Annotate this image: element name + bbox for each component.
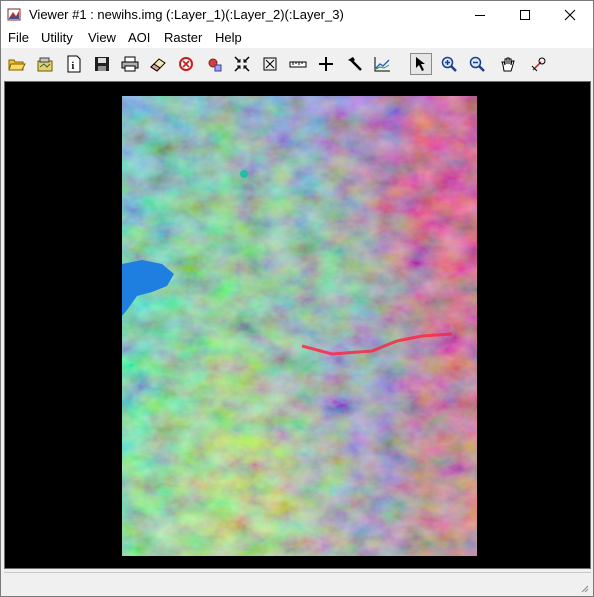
measure-icon	[289, 61, 307, 68]
minimize-button[interactable]	[458, 1, 502, 28]
menu-view[interactable]: View	[88, 30, 116, 45]
print-button[interactable]	[119, 53, 141, 75]
save-icon	[95, 57, 109, 71]
zoom-out-icon	[469, 56, 485, 72]
clear-button[interactable]	[175, 53, 197, 75]
zoom-out-button[interactable]	[466, 53, 488, 75]
maximize-icon	[520, 9, 530, 20]
info-icon: i	[67, 55, 81, 73]
open-button[interactable]	[6, 53, 28, 75]
image-viewer-canvas[interactable]	[4, 81, 591, 569]
menu-bar: File Utility View AOI Raster Help	[1, 28, 593, 48]
false-color-raster-image	[122, 96, 477, 556]
menu-raster[interactable]: Raster	[164, 30, 202, 45]
app-icon	[7, 8, 21, 21]
pan-button[interactable]	[497, 53, 519, 75]
minimize-icon	[475, 14, 485, 16]
zoom-in-icon	[441, 56, 457, 72]
pan-hand-icon	[501, 57, 515, 72]
status-bar	[4, 572, 591, 595]
layer-info-button[interactable]	[203, 53, 225, 75]
zoom-fit-button[interactable]	[231, 53, 253, 75]
rotate-button[interactable]	[528, 53, 550, 75]
save-button[interactable]	[91, 53, 113, 75]
open-folder-icon	[8, 59, 26, 71]
menu-file[interactable]: File	[8, 30, 29, 45]
inquire-cursor-icon	[319, 57, 333, 71]
close-icon	[564, 9, 576, 20]
menu-help[interactable]: Help	[215, 30, 242, 45]
measure-button[interactable]	[287, 53, 309, 75]
clear-icon	[179, 57, 193, 71]
menu-utility[interactable]: Utility	[41, 30, 73, 45]
eraser-icon	[150, 58, 166, 72]
zoom-extent-icon	[263, 57, 277, 71]
close-button[interactable]	[548, 1, 592, 28]
select-arrow-icon	[416, 57, 425, 71]
select-tool-button[interactable]	[410, 53, 432, 75]
window-title: Viewer #1 : newihs.img (:Layer_1)(:Layer…	[29, 7, 344, 22]
pick-button[interactable]	[343, 53, 365, 75]
open-layer-icon	[37, 57, 53, 72]
toolbar: i	[1, 50, 593, 78]
eraser-button[interactable]	[147, 53, 169, 75]
rotate-icon	[531, 57, 546, 72]
inquire-cursor-button[interactable]	[315, 53, 337, 75]
maximize-button[interactable]	[503, 1, 547, 28]
zoom-extent-button[interactable]	[259, 53, 281, 75]
title-bar[interactable]: Viewer #1 : newihs.img (:Layer_1)(:Layer…	[1, 1, 593, 28]
resize-grip-icon[interactable]	[579, 583, 589, 593]
open-layer-button[interactable]	[34, 53, 56, 75]
profile-icon	[374, 57, 390, 72]
svg-text:i: i	[72, 61, 75, 72]
zoom-in-fit-icon	[234, 56, 250, 72]
layer-info-icon	[208, 58, 222, 72]
viewer-window: Viewer #1 : newihs.img (:Layer_1)(:Layer…	[0, 0, 594, 597]
zoom-in-button[interactable]	[438, 53, 460, 75]
profile-button[interactable]	[371, 53, 393, 75]
print-icon	[121, 56, 139, 72]
menu-aoi[interactable]: AOI	[128, 30, 150, 45]
info-button[interactable]: i	[63, 53, 85, 75]
pick-icon	[348, 57, 362, 71]
